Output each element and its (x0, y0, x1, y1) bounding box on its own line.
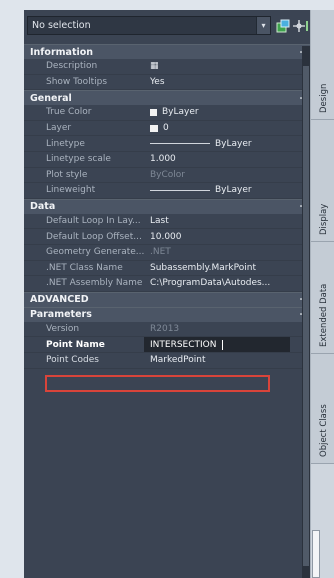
property-value-wrap: ByLayer (144, 139, 310, 149)
property-row-version[interactable]: Version R2013 (24, 322, 310, 338)
tab-design[interactable]: Design (311, 10, 334, 120)
scrollbar-thumb[interactable] (303, 66, 309, 566)
property-name: Version (46, 324, 80, 335)
property-value: Yes (150, 76, 165, 87)
property-row-linetype[interactable]: Linetype ByLayer (24, 136, 310, 152)
text-cursor (222, 339, 224, 350)
property-name: Point Codes (46, 355, 99, 366)
property-value: Subassembly.MarkPoint (150, 262, 256, 273)
section-title: Information (30, 46, 94, 58)
section-information[interactable]: Information − (24, 44, 310, 59)
property-value: .NET (150, 247, 171, 258)
property-value: ▦ (150, 61, 159, 72)
property-value: ByColor (150, 169, 185, 180)
property-row-geometry-generate[interactable]: Geometry Generate... .NET (24, 245, 310, 261)
property-value: C:\ProgramData\Autodes... (150, 278, 271, 289)
property-row-linetype-scale[interactable]: Linetype scale 1.000 (24, 152, 310, 168)
properties-toolbar: No selection ▾ (24, 10, 310, 42)
property-value: 10.000 (150, 231, 182, 242)
property-value: R2013 (150, 324, 180, 335)
point-name-input[interactable]: INTERSECTION (144, 337, 290, 353)
property-row-description[interactable]: Description ▦ (24, 59, 310, 75)
property-row-default-loop-offset[interactable]: Default Loop Offset... 10.000 (24, 229, 310, 245)
color-swatch-icon (150, 108, 157, 116)
properties-window: No selection ▾ Information Description ▦… (0, 0, 334, 578)
property-row-true-color[interactable]: True Color ByLayer (24, 105, 310, 121)
property-name: .NET Class Name (46, 262, 123, 273)
tab-strip-edge (312, 530, 320, 578)
property-name: Description (46, 61, 98, 72)
property-name: Geometry Generate... (46, 247, 144, 258)
property-name: Plot style (46, 169, 88, 180)
property-value-wrap: ByLayer (144, 107, 310, 117)
property-value-wrap: ByLayer (144, 185, 310, 195)
side-tab-strip: Design Display Extended Data Object Clas… (310, 10, 334, 578)
vertical-scrollbar[interactable] (302, 46, 310, 578)
toggle-pickadd-icon[interactable] (275, 18, 290, 33)
selection-dropdown-value: No selection (32, 20, 91, 31)
tab-label: Object Class (319, 404, 329, 457)
section-title: General (30, 92, 72, 104)
property-value: 1.000 (150, 154, 176, 165)
tab-extended-data[interactable]: Extended Data (311, 242, 334, 354)
property-value: ByLayer (215, 185, 252, 196)
tab-object-class[interactable]: Object Class (311, 354, 334, 464)
linetype-preview-icon (150, 143, 210, 145)
property-name: Linetype scale (46, 154, 111, 165)
property-name: Layer (46, 123, 72, 134)
tab-display[interactable]: Display (311, 120, 334, 242)
property-sections: Information − Description ▦ Show Tooltip… (24, 44, 310, 369)
dropdown-arrow-icon[interactable]: ▾ (256, 17, 270, 34)
section-title: Parameters (30, 309, 92, 321)
layer-icon (150, 124, 158, 132)
section-title: ADVANCED (30, 294, 89, 306)
property-row-show-tooltips[interactable]: Show Tooltips Yes (24, 75, 310, 91)
property-name: Linetype (46, 138, 85, 149)
tab-label: Extended Data (319, 283, 329, 347)
tab-label: Display (319, 203, 329, 235)
property-value-wrap: 0 (144, 123, 310, 133)
property-row-net-assembly-name[interactable]: .NET Assembly Name C:\ProgramData\Autode… (24, 276, 310, 292)
property-name: Point Name (46, 339, 105, 350)
property-row-default-loop-in-layout[interactable]: Default Loop In Lay... Last (24, 214, 310, 230)
selection-dropdown[interactable]: No selection ▾ (27, 16, 271, 35)
tab-label: Design (319, 83, 329, 113)
property-name: Show Tooltips (46, 76, 108, 87)
section-data[interactable]: Data − (24, 198, 310, 214)
select-objects-icon[interactable] (291, 18, 306, 33)
point-name-input-value: INTERSECTION (150, 339, 217, 350)
section-general[interactable]: General − (24, 90, 310, 106)
property-value: MarkedPoint (150, 355, 206, 366)
section-parameters[interactable]: Parameters − (24, 306, 310, 322)
section-advanced[interactable]: ADVANCED − (24, 291, 310, 307)
property-name: Default Loop Offset... (46, 231, 142, 242)
property-name: Lineweight (46, 185, 96, 196)
highlight-annotation-box (45, 375, 270, 392)
property-value: 0 (163, 123, 169, 134)
properties-panel: No selection ▾ Information Description ▦… (24, 10, 310, 578)
property-name: Default Loop In Lay... (46, 216, 141, 227)
property-row-point-codes[interactable]: Point Codes MarkedPoint (24, 353, 310, 369)
property-row-layer[interactable]: Layer 0 (24, 121, 310, 137)
property-row-plot-style[interactable]: Plot style ByColor (24, 168, 310, 184)
property-row-lineweight[interactable]: Lineweight ByLayer (24, 183, 310, 199)
property-row-point-name[interactable]: Point Name INTERSECTION (24, 337, 310, 353)
property-row-net-class-name[interactable]: .NET Class Name Subassembly.MarkPoint (24, 261, 310, 277)
property-value: Last (150, 216, 169, 227)
section-title: Data (30, 201, 56, 213)
property-name: True Color (46, 107, 92, 118)
property-name: .NET Assembly Name (46, 278, 143, 289)
property-value: ByLayer (215, 138, 252, 149)
lineweight-preview-icon (150, 189, 210, 191)
property-value: ByLayer (162, 107, 199, 118)
